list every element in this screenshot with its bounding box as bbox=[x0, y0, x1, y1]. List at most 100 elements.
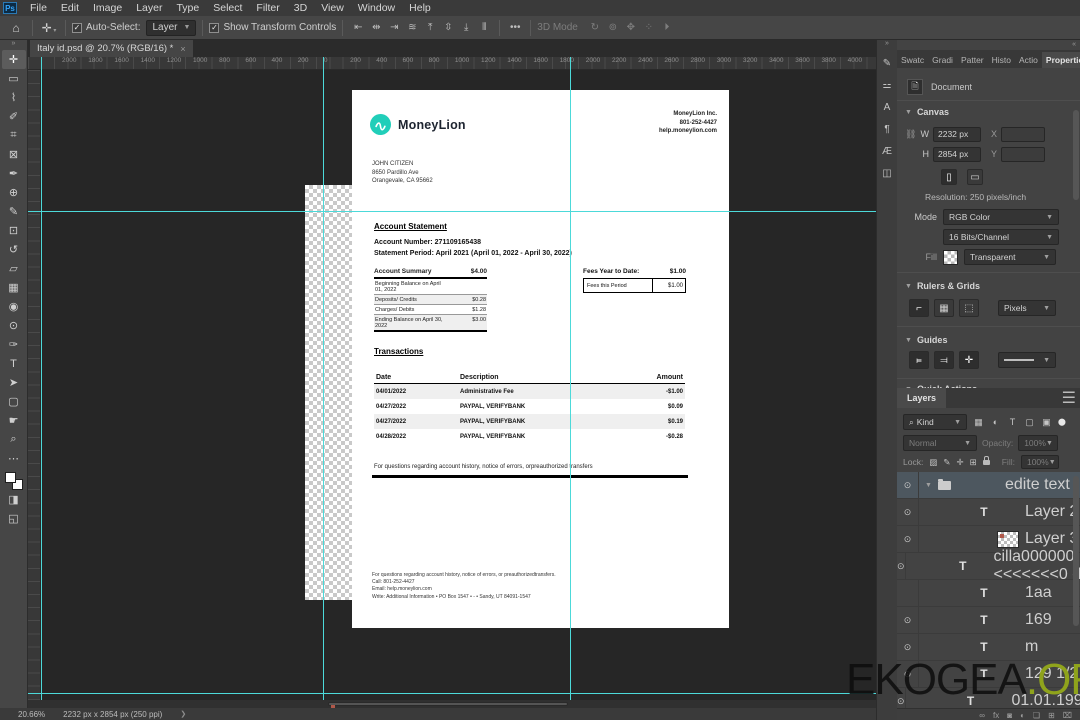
layer-name[interactable]: m bbox=[1025, 638, 1038, 656]
tool-button[interactable]: ⊙ bbox=[2, 316, 26, 335]
menu-item[interactable]: View bbox=[314, 0, 351, 16]
tool-button[interactable]: ⌕ bbox=[2, 430, 26, 449]
quick-mask-icon[interactable]: ◨ bbox=[2, 490, 26, 509]
panel-icon[interactable]: ◫ bbox=[878, 162, 897, 184]
height-field[interactable]: 2854 px bbox=[933, 146, 981, 162]
align-icon[interactable]: ⇹ bbox=[367, 22, 385, 33]
guide-horizontal-2[interactable] bbox=[28, 693, 876, 694]
layers-action-icon[interactable]: ⌧ bbox=[1063, 711, 1072, 720]
properties-scrollbar[interactable] bbox=[1073, 110, 1079, 200]
align-icon[interactable]: ≋ bbox=[403, 22, 421, 33]
menu-item[interactable]: Help bbox=[402, 0, 438, 16]
status-chevron-icon[interactable]: ❯ bbox=[180, 710, 186, 718]
align-icon[interactable]: ⤓ bbox=[457, 22, 475, 33]
tool-button[interactable]: ⊠ bbox=[2, 145, 26, 164]
menu-item[interactable]: File bbox=[23, 0, 54, 16]
tool-button[interactable]: ✒ bbox=[2, 164, 26, 183]
chevron-down-icon[interactable]: ▼ bbox=[905, 109, 912, 116]
align-icon[interactable]: ⇤ bbox=[349, 22, 367, 33]
menu-item[interactable]: Window bbox=[351, 0, 402, 16]
landscape-orientation-icon[interactable]: ▭ bbox=[967, 169, 983, 185]
menu-item[interactable]: Type bbox=[169, 0, 206, 16]
lock-guides-icon[interactable]: ⫤ bbox=[934, 351, 954, 369]
panel-icon[interactable]: A bbox=[878, 96, 897, 118]
auto-select-checkbox[interactable]: ✓ bbox=[72, 22, 82, 33]
menu-item[interactable]: Select bbox=[206, 0, 249, 16]
group-chevron-icon[interactable]: ▼ bbox=[925, 482, 932, 489]
align-icon[interactable]: ⇥ bbox=[385, 22, 403, 33]
align-icon[interactable]: ⤒ bbox=[421, 22, 439, 33]
panel-tab[interactable]: Swatc bbox=[897, 52, 928, 68]
layer-row[interactable]: ⊙ ▼ T edite text bbox=[897, 472, 1080, 499]
chevron-down-icon[interactable]: ▼ bbox=[905, 283, 912, 290]
panel-icon[interactable]: Æ bbox=[878, 140, 897, 162]
layer-filter-icon[interactable]: ▦ bbox=[971, 417, 986, 428]
foreground-color-swatch[interactable] bbox=[4, 472, 16, 483]
lock-all-icon[interactable] bbox=[982, 455, 990, 465]
close-tab-icon[interactable]: × bbox=[180, 44, 185, 54]
menu-item[interactable]: Layer bbox=[129, 0, 169, 16]
horizontal-scrollbar[interactable] bbox=[28, 700, 876, 709]
portrait-orientation-icon[interactable]: ▯ bbox=[941, 169, 957, 185]
visibility-toggle[interactable]: ⊙ bbox=[897, 552, 906, 580]
clear-guides-icon[interactable]: ✛ bbox=[959, 351, 979, 369]
tool-button[interactable]: ▦ bbox=[2, 278, 26, 297]
tool-button[interactable]: T bbox=[2, 354, 26, 373]
tool-button[interactable]: ⊡ bbox=[2, 221, 26, 240]
panel-tab[interactable]: Patter bbox=[957, 52, 988, 68]
layer-row[interactable]: ⊙ ▼ T 169 bbox=[897, 606, 1080, 634]
layers-scrollbar[interactable] bbox=[1073, 476, 1079, 626]
layer-row[interactable]: ⊙ ▼ T cilla000000...<<<<<<<0 d bbox=[897, 548, 1080, 583]
color-swatches[interactable] bbox=[4, 472, 23, 490]
screen-mode-icon[interactable]: ◱ bbox=[2, 509, 26, 528]
layer-row[interactable]: ⊙ ▼ T Layer 2 bbox=[897, 498, 1080, 526]
toggle-grid-icon[interactable]: ▦ bbox=[934, 299, 954, 317]
layers-action-icon[interactable]: ❏ bbox=[1033, 711, 1040, 720]
panel-icon[interactable]: ⚍ bbox=[878, 74, 897, 96]
auto-select-dropdown[interactable]: Layer ▼ bbox=[146, 19, 197, 36]
menu-item[interactable]: Filter bbox=[249, 0, 286, 16]
tab-properties[interactable]: Properties bbox=[1041, 52, 1080, 68]
panel-tab[interactable]: Histo bbox=[988, 52, 1015, 68]
layer-name[interactable]: cilla000000...<<<<<<<0 d bbox=[993, 548, 1080, 584]
layer-filter-dropdown[interactable]: ⌕ Kind ▼ bbox=[903, 414, 967, 430]
layers-action-icon[interactable]: fx bbox=[993, 711, 999, 720]
layer-name[interactable]: edite text bbox=[1005, 476, 1070, 494]
layer-name[interactable]: Layer 2 bbox=[1025, 503, 1078, 521]
tool-button[interactable]: ▱ bbox=[2, 259, 26, 278]
panel-icon[interactable]: ✎ bbox=[878, 52, 897, 74]
fill-dropdown[interactable]: Transparent ▼ bbox=[964, 249, 1056, 265]
show-transform-checkbox[interactable]: ✓ bbox=[209, 22, 220, 33]
guide-vertical-2[interactable] bbox=[323, 57, 324, 700]
tool-button[interactable]: ✎ bbox=[2, 202, 26, 221]
tool-button[interactable]: ⋯ bbox=[2, 449, 26, 468]
toggle-pixel-grid-icon[interactable]: ⬚ bbox=[959, 299, 979, 317]
tool-button[interactable]: ✐ bbox=[2, 107, 26, 126]
tool-button[interactable]: ↺ bbox=[2, 240, 26, 259]
panel-tab[interactable]: Actio bbox=[1015, 52, 1042, 68]
tool-button[interactable]: ☛ bbox=[2, 411, 26, 430]
menu-item[interactable]: Edit bbox=[54, 0, 86, 16]
layer-name[interactable]: 169 bbox=[1025, 611, 1052, 629]
zoom-level[interactable]: 20.66% bbox=[18, 710, 45, 719]
canvas-area[interactable]: 2000 1800 1600 1400 1200 1000 800 600 400 200 0 200… bbox=[28, 57, 876, 700]
layer-filter-icon[interactable]: ▢ bbox=[1022, 417, 1037, 428]
collapse-panels-icon[interactable]: « bbox=[1072, 41, 1076, 48]
fill-swatch[interactable] bbox=[943, 249, 958, 265]
bit-depth-dropdown[interactable]: 16 Bits/Channel ▼ bbox=[943, 229, 1059, 245]
layer-row[interactable]: ⊙ ▼ T 1aa bbox=[897, 579, 1080, 607]
tool-button[interactable]: ◉ bbox=[2, 297, 26, 316]
tool-button[interactable]: ➤ bbox=[2, 373, 26, 392]
layers-action-icon[interactable]: ◙ bbox=[1007, 711, 1012, 720]
layer-filter-icon[interactable]: ◐ bbox=[988, 417, 1003, 428]
chevron-down-icon[interactable]: ▼ bbox=[905, 337, 912, 344]
toggle-rulers-icon[interactable]: ⌐ bbox=[909, 299, 929, 317]
lock-artboard-icon[interactable]: ⊞ bbox=[970, 457, 977, 468]
lock-transparency-icon[interactable]: ▨ bbox=[929, 457, 937, 468]
layer-name[interactable]: Layer 3 bbox=[1025, 530, 1078, 548]
layers-menu-icon[interactable]: ☰ bbox=[1058, 388, 1080, 408]
guide-vertical-1[interactable] bbox=[41, 57, 42, 700]
tool-button[interactable]: ▭ bbox=[2, 69, 26, 88]
visibility-toggle[interactable]: ⊙ bbox=[897, 498, 919, 526]
align-icon[interactable]: ⫴ bbox=[475, 22, 493, 33]
